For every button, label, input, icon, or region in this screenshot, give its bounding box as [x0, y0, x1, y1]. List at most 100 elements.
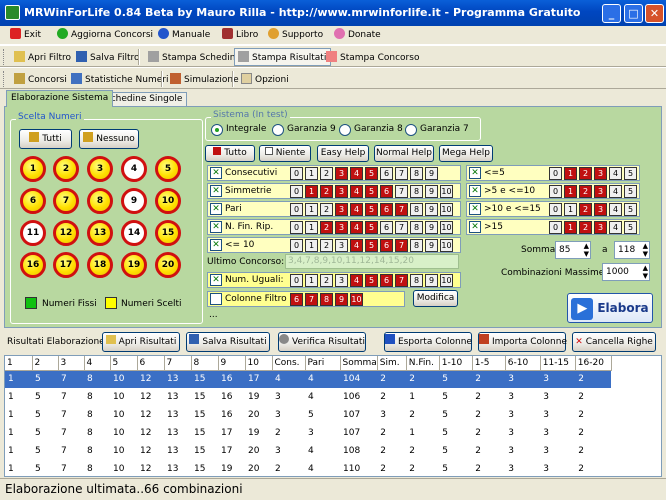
cancella-righe-button[interactable]: ✕ Cancella Righe: [572, 332, 656, 352]
spinner-icon[interactable]: ▲ ▼: [643, 264, 648, 280]
niente-button[interactable]: Niente: [259, 145, 311, 162]
value-box-0[interactable]: 0: [290, 221, 303, 234]
value-box-4[interactable]: 4: [350, 167, 363, 180]
ball-14[interactable]: 14: [121, 220, 147, 246]
value-box-3[interactable]: 3: [594, 185, 607, 198]
value-box-9[interactable]: 9: [425, 239, 438, 252]
elabora-button[interactable]: ▶ Elabora: [567, 293, 653, 323]
column-header[interactable]: 1-5: [472, 356, 506, 371]
column-header[interactable]: 6-10: [505, 356, 541, 371]
modifica-button[interactable]: Modifica: [413, 290, 458, 307]
value-box-1[interactable]: 1: [305, 185, 318, 198]
value-box-9[interactable]: 9: [425, 203, 438, 216]
filter-checkbox[interactable]: ✕: [210, 239, 222, 251]
menu-manuale[interactable]: Manuale: [158, 28, 210, 43]
value-box-0[interactable]: 0: [549, 203, 562, 216]
value-box-6[interactable]: 6: [380, 185, 393, 198]
value-box-4[interactable]: 4: [609, 221, 622, 234]
value-box-10[interactable]: 10: [350, 293, 363, 306]
value-box-7[interactable]: 7: [305, 293, 318, 306]
combinazioni-input[interactable]: 1000 ▲ ▼: [602, 263, 650, 281]
tutti-button[interactable]: Tutti: [19, 129, 72, 149]
radio-garanzia-9[interactable]: [272, 124, 284, 136]
value-box-5[interactable]: 5: [624, 221, 637, 234]
value-box-8[interactable]: 8: [410, 185, 423, 198]
filter-checkbox[interactable]: ✕: [210, 221, 222, 233]
ball-9[interactable]: 9: [121, 188, 147, 214]
value-box-1[interactable]: 1: [305, 203, 318, 216]
value-box-7[interactable]: 7: [395, 167, 408, 180]
value-box-10[interactable]: 10: [440, 221, 453, 234]
value-box-0[interactable]: 0: [549, 167, 562, 180]
column-header[interactable]: 6: [137, 356, 165, 371]
filter-checkbox[interactable]: ✕: [210, 167, 222, 179]
value-box-7[interactable]: 7: [395, 221, 408, 234]
ball-11[interactable]: 11: [20, 220, 46, 246]
value-box-7[interactable]: 7: [395, 239, 408, 252]
column-header[interactable]: N.Fin.: [406, 356, 440, 371]
ball-8[interactable]: 8: [87, 188, 113, 214]
somma-to-input[interactable]: 118 ▲ ▼: [614, 241, 650, 259]
value-box-6[interactable]: 6: [380, 239, 393, 252]
value-box-2[interactable]: 2: [320, 274, 333, 287]
value-box-6[interactable]: 6: [380, 274, 393, 287]
value-box-9[interactable]: 9: [425, 185, 438, 198]
value-box-1[interactable]: 1: [305, 274, 318, 287]
filter-checkbox[interactable]: ✕: [210, 203, 222, 215]
value-box-1[interactable]: 1: [564, 167, 577, 180]
value-box-6[interactable]: 6: [290, 293, 303, 306]
table-row[interactable]: 1 5 7 8 10 12 13 15 17 20 3 4 108 2 2 5 2 3 3 2: [5, 442, 611, 460]
minimize-button[interactable]: _: [602, 4, 621, 23]
menu-aggiorna-concorsi[interactable]: Aggiorna Concorsi: [57, 28, 153, 43]
spinner-icon[interactable]: ▲ ▼: [584, 242, 589, 258]
salva-filtro-button[interactable]: Salva Filtro: [72, 48, 145, 66]
value-box-4[interactable]: 4: [350, 239, 363, 252]
value-box-6[interactable]: 6: [380, 203, 393, 216]
value-box-1[interactable]: 1: [305, 167, 318, 180]
column-header[interactable]: 2: [32, 356, 59, 371]
value-box-9[interactable]: 9: [425, 221, 438, 234]
value-box-9[interactable]: 9: [335, 293, 348, 306]
value-box-3[interactable]: 3: [335, 167, 348, 180]
table-row[interactable]: 1 5 7 8 10 12 13 15 16 20 3 5 107 3 2 5 2 3 3 2: [5, 406, 611, 424]
value-box-0[interactable]: 0: [290, 274, 303, 287]
easy-help-button[interactable]: Easy Help: [317, 145, 369, 162]
value-box-7[interactable]: 7: [395, 274, 408, 287]
ball-17[interactable]: 17: [53, 252, 79, 278]
column-header[interactable]: 11-15: [540, 356, 576, 371]
value-box-10[interactable]: 10: [440, 274, 453, 287]
value-box-6[interactable]: 6: [380, 167, 393, 180]
ball-7[interactable]: 7: [53, 188, 79, 214]
value-box-2[interactable]: 2: [579, 185, 592, 198]
value-box-4[interactable]: 4: [350, 185, 363, 198]
num-uguali-checkbox[interactable]: ✕: [210, 274, 222, 286]
ball-15[interactable]: 15: [155, 220, 181, 246]
concorsi-button[interactable]: Concorsi: [10, 70, 72, 88]
value-box-5[interactable]: 5: [365, 239, 378, 252]
mega-help-button[interactable]: Mega Help: [439, 145, 493, 162]
range-checkbox[interactable]: ✕: [469, 185, 481, 197]
colonne-filtro-checkbox[interactable]: [210, 293, 222, 305]
filter-checkbox[interactable]: ✕: [210, 185, 222, 197]
menu-supporto[interactable]: Supporto: [268, 28, 323, 43]
range-checkbox[interactable]: ✕: [469, 221, 481, 233]
value-box-3[interactable]: 3: [335, 221, 348, 234]
results-grid[interactable]: 1 2 3 4 5 6 7 8 9 10 Cons. Pari Somma Sim. N.Fin. 1-10 1…: [4, 355, 662, 477]
value-box-4[interactable]: 4: [609, 185, 622, 198]
value-box-10[interactable]: 10: [440, 203, 453, 216]
column-header[interactable]: 1: [5, 356, 33, 371]
value-box-8[interactable]: 8: [320, 293, 333, 306]
value-box-2[interactable]: 2: [579, 203, 592, 216]
value-box-0[interactable]: 0: [549, 185, 562, 198]
value-box-9[interactable]: 9: [425, 274, 438, 287]
column-header[interactable]: 3: [58, 356, 85, 371]
value-box-9[interactable]: 9: [425, 167, 438, 180]
value-box-5[interactable]: 5: [365, 203, 378, 216]
value-box-3[interactable]: 3: [335, 185, 348, 198]
value-box-1[interactable]: 1: [564, 185, 577, 198]
maximize-button[interactable]: □: [624, 4, 643, 23]
column-header[interactable]: 9: [218, 356, 246, 371]
apri-filtro-button[interactable]: Apri Filtro: [10, 48, 76, 66]
ball-16[interactable]: 16: [20, 252, 46, 278]
value-box-5[interactable]: 5: [365, 221, 378, 234]
